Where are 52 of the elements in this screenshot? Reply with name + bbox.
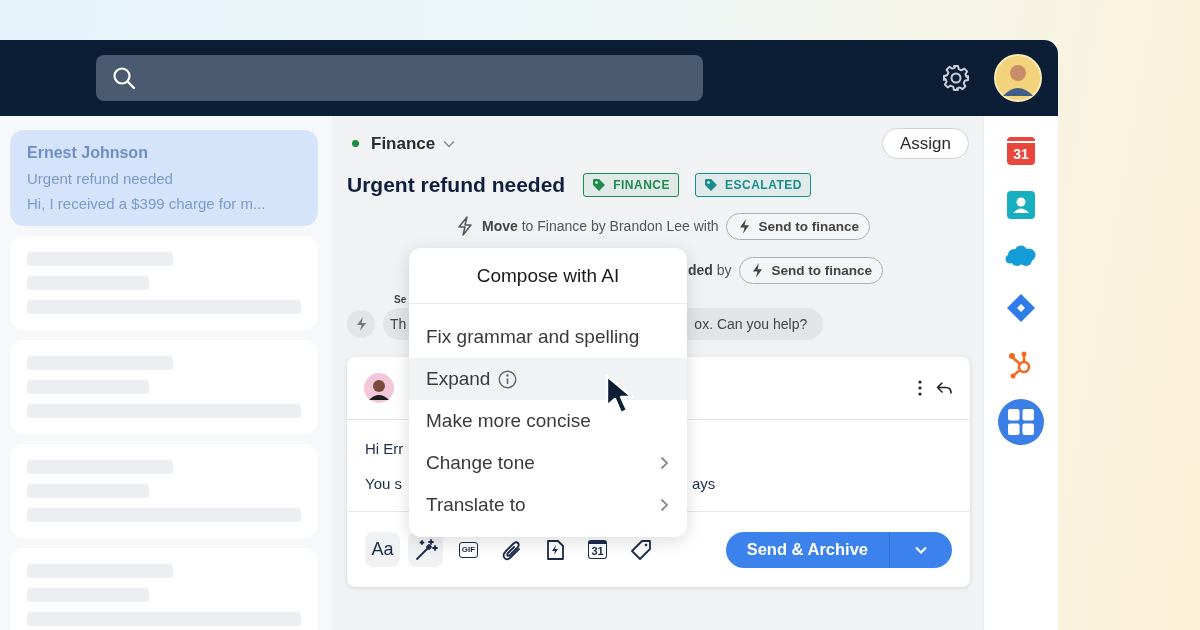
- grid-icon: [1008, 409, 1034, 435]
- lightning-icon: [455, 216, 475, 236]
- diamond-icon[interactable]: [1006, 293, 1036, 323]
- search-icon: [112, 66, 136, 90]
- format-button[interactable]: Aa: [365, 532, 400, 567]
- chevron-right-icon: [660, 456, 669, 470]
- tag[interactable]: FINANCE: [583, 173, 680, 197]
- menu-item[interactable]: Translate to: [409, 484, 687, 526]
- avatar[interactable]: [994, 54, 1042, 102]
- chevron-down-icon: [443, 139, 456, 148]
- more-icon[interactable]: [918, 380, 922, 396]
- assign-button[interactable]: Assign: [881, 128, 969, 159]
- activity-text: ded by: [688, 262, 732, 278]
- chevron-right-icon: [660, 498, 669, 512]
- menu-item[interactable]: Fix grammar and spelling: [409, 316, 687, 358]
- activity-text: Move to Finance by Brandon Lee with: [482, 218, 719, 234]
- cloud-icon[interactable]: [1005, 245, 1037, 267]
- info-icon: [498, 369, 518, 389]
- conversation-title: Urgent refund needed: [347, 173, 566, 197]
- inbox-selector[interactable]: Finance: [347, 133, 456, 154]
- body-text: ays: [692, 475, 716, 492]
- conversation-subject: Urgent refund needed: [27, 170, 174, 187]
- apps-button[interactable]: [998, 399, 1044, 445]
- message-text: ox. Can you help?: [694, 316, 808, 332]
- search-field[interactable]: [96, 55, 703, 101]
- avatar: [364, 373, 394, 403]
- status-dot: [352, 140, 359, 147]
- menu-item[interactable]: Expand: [409, 358, 687, 400]
- menu-item[interactable]: Change tone: [409, 442, 687, 484]
- tag-icon: [629, 538, 652, 561]
- reply-icon[interactable]: [936, 381, 952, 395]
- contact-app-icon[interactable]: [1007, 191, 1035, 219]
- paperclip-icon: [500, 538, 523, 561]
- settings-icon[interactable]: [942, 64, 970, 92]
- contact-name: Ernest Johnson: [27, 144, 149, 162]
- sender-label: Se: [394, 294, 408, 305]
- body-text: Hi Err: [365, 440, 404, 457]
- tag-icon: [704, 178, 719, 192]
- rule-button[interactable]: Send to finance: [738, 256, 884, 284]
- lightning-icon: [347, 310, 375, 338]
- rule-button[interactable]: Send to finance: [725, 212, 871, 240]
- chevron-down-icon: [915, 545, 927, 554]
- calendar-app-icon[interactable]: 31: [1007, 137, 1035, 165]
- magic-wand-icon: [413, 537, 438, 562]
- menu-item[interactable]: Make more concise: [409, 400, 687, 442]
- message-preview: Hi, I received a $399 charge for m...: [27, 195, 267, 212]
- body-text: You s: [365, 475, 402, 492]
- lightning-document-icon: [544, 538, 565, 561]
- message-text: Th: [390, 316, 407, 332]
- tag-icon: [592, 178, 607, 192]
- menu-title: Compose with AI: [409, 248, 687, 304]
- gif-icon: GIF: [458, 541, 479, 558]
